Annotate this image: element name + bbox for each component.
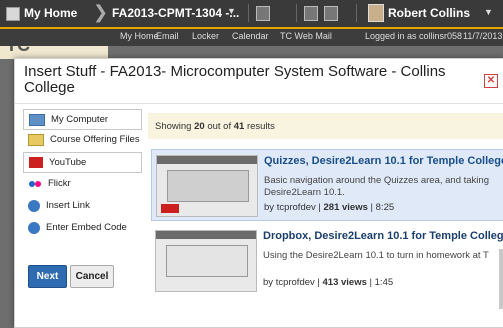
menu-item-label: Flickr — [48, 178, 71, 189]
video-meta: by tcprofdev | 413 views | 1:45 — [263, 277, 394, 288]
video-views: 413 views — [322, 277, 367, 288]
user-menu[interactable]: Robert Collins — [388, 6, 470, 20]
results-shown: 20 — [194, 121, 205, 132]
video-duration: 8:25 — [375, 202, 395, 213]
menu-item-label: My Computer — [51, 114, 109, 125]
video-meta: by tcprofdev | 281 views | 8:25 — [264, 202, 395, 213]
video-description: Basic navigation around the Quizzes area… — [264, 175, 503, 199]
youtube-icon — [161, 204, 179, 213]
menu-item-course-offering-files[interactable]: Course Offering Files — [23, 130, 142, 149]
video-description: Using the Desire2Learn 10.1 to turn in h… — [263, 250, 503, 262]
flickr-icon — [28, 178, 42, 190]
close-icon[interactable]: ✕ — [484, 74, 498, 88]
results-count: Showing 20 out of 41 results — [155, 121, 275, 132]
nav-tc-web-mail[interactable]: TC Web Mail — [280, 31, 332, 41]
course-nav-bar: My Home Email Locker Calendar TC Web Mai… — [0, 27, 503, 46]
course-selector[interactable]: FA2013-CPMT-1304 -... — [112, 6, 239, 20]
youtube-icon — [29, 157, 43, 168]
video-author: tcprofdev — [275, 277, 315, 288]
my-home-link[interactable]: My Home — [24, 6, 77, 20]
menu-item-label: YouTube — [49, 157, 87, 168]
avatar[interactable] — [368, 4, 384, 22]
video-description-line: Desire2Learn 10.1. — [264, 187, 345, 198]
video-result-item[interactable]: Quizzes, Desire2Learn 10.1 for Temple Co… — [151, 149, 503, 221]
video-views: 281 views — [323, 202, 368, 213]
video-author: tcprofdev — [276, 202, 316, 213]
divider — [248, 4, 249, 22]
results-middle: out of — [207, 121, 232, 132]
menu-item-label: Course Offering Files — [50, 134, 140, 145]
video-result-item[interactable]: Dropbox, Desire2Learn 10.1 for Temple Co… — [151, 225, 503, 295]
menu-item-enter-embed-code[interactable]: Enter Embed Code — [23, 218, 142, 237]
video-description-line: Basic navigation around the Quizzes area… — [264, 175, 489, 186]
results-header: Showing 20 out of 41 results — [148, 113, 503, 139]
nav-calendar[interactable]: Calendar — [232, 31, 269, 41]
folder-icon — [28, 133, 44, 146]
top-nav-bar: My Home ❯ FA2013-CPMT-1304 -... ▼ Robert… — [0, 0, 503, 27]
video-title[interactable]: Dropbox, Desire2Learn 10.1 for Temple Co… — [263, 230, 503, 242]
divider — [296, 4, 297, 22]
breadcrumb-chevron-icon: ❯ — [93, 2, 109, 22]
results-panel: Showing 20 out of 41 results Quizzes, De… — [148, 113, 503, 327]
results-suffix: results — [246, 121, 275, 132]
home-icon[interactable] — [6, 7, 20, 21]
menu-item-label: Insert Link — [46, 200, 90, 211]
video-description-line: Using the Desire2Learn 10.1 to turn in h… — [263, 250, 489, 261]
nav-locker[interactable]: Locker — [192, 31, 219, 41]
menu-item-insert-link[interactable]: Insert Link — [23, 196, 142, 215]
logged-in-text: Logged in as collinsr058 — [365, 31, 463, 41]
video-duration: 1:45 — [374, 277, 394, 288]
chevron-down-icon[interactable]: ▼ — [227, 6, 236, 16]
edit-icon[interactable] — [324, 6, 338, 21]
results-prefix: Showing — [155, 121, 192, 132]
nav-my-home[interactable]: My Home — [120, 31, 159, 41]
video-thumbnail[interactable] — [155, 230, 257, 292]
embed-icon — [28, 221, 40, 234]
dialog-title: Insert Stuff - FA2013- Microcomputer Sys… — [24, 63, 446, 96]
message-alerts-icon[interactable] — [256, 6, 270, 21]
video-thumbnail[interactable] — [156, 155, 258, 217]
cancel-button[interactable]: Cancel — [70, 265, 114, 288]
computer-icon — [29, 113, 45, 126]
chevron-down-icon[interactable]: ▼ — [484, 7, 493, 17]
scrollbar[interactable] — [499, 249, 503, 309]
update-alerts-icon[interactable] — [304, 6, 318, 21]
next-button[interactable]: Next — [28, 265, 67, 288]
divider — [356, 4, 357, 22]
menu-item-my-computer[interactable]: My Computer — [23, 109, 142, 130]
link-icon — [28, 199, 40, 212]
nav-email[interactable]: Email — [156, 31, 179, 41]
video-title[interactable]: Quizzes, Desire2Learn 10.1 for Temple Co… — [264, 155, 503, 167]
results-total: 41 — [233, 121, 245, 132]
divider — [15, 103, 503, 104]
date-text: 11/7/2013 — [463, 31, 503, 41]
menu-item-youtube[interactable]: YouTube — [23, 152, 142, 173]
menu-item-label: Enter Embed Code — [46, 222, 127, 233]
insert-stuff-dialog: Insert Stuff - FA2013- Microcomputer Sys… — [14, 58, 503, 328]
menu-item-flickr[interactable]: Flickr — [23, 174, 142, 193]
